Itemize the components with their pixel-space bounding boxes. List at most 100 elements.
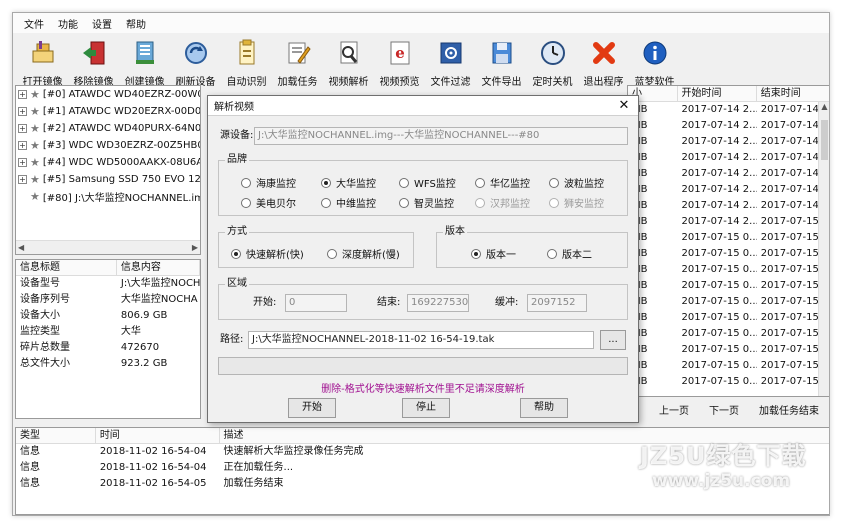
device-tree[interactable]: + ★ [#0] ATAWDC WD40EZRZ-00W0A + ★ [#1] ATAW… bbox=[15, 85, 201, 255]
radio-brand-2[interactable]: WFS监控 bbox=[399, 175, 456, 190]
table-row[interactable]: MB2017-07-15 0...2017-07-15 0... bbox=[628, 294, 829, 310]
stop-button[interactable]: 停止 bbox=[402, 398, 450, 418]
version-group: 版本 版本一 版本二 bbox=[436, 225, 628, 268]
column-header-time[interactable]: 时间 bbox=[96, 428, 220, 443]
column-header-start-time[interactable]: 开始时间 bbox=[678, 86, 757, 101]
region-end-field[interactable]: 1692275300 bbox=[407, 294, 469, 312]
table-row[interactable]: MB2017-07-14 2...2017-07-14 2... bbox=[628, 166, 829, 182]
scroll-thumb[interactable] bbox=[821, 120, 828, 160]
region-buffer-field[interactable]: 2097152 bbox=[527, 294, 587, 312]
table-row[interactable]: MB2017-07-15 0...2017-07-15 0... bbox=[628, 230, 829, 246]
radio-version-2[interactable]: 版本二 bbox=[547, 246, 592, 261]
prev-page-button[interactable]: 上一页 bbox=[651, 403, 697, 421]
radio-brand-3[interactable]: 华亿监控 bbox=[475, 175, 530, 190]
table-row[interactable]: MB2017-07-15 0...2017-07-15 0... bbox=[628, 326, 829, 342]
load-task-button[interactable]: 加载任务 bbox=[272, 35, 323, 93]
expand-icon[interactable]: + bbox=[18, 107, 27, 116]
radio-icon bbox=[399, 197, 409, 208]
radio-brand-0[interactable]: 海康监控 bbox=[241, 175, 296, 190]
table-row[interactable]: MB2017-07-14 2...2017-07-14 2... bbox=[628, 198, 829, 214]
column-header-type[interactable]: 类型 bbox=[16, 428, 96, 443]
radio-icon bbox=[549, 197, 559, 208]
expand-icon[interactable]: + bbox=[18, 158, 27, 167]
expand-icon[interactable]: + bbox=[18, 90, 27, 99]
radio-version-1[interactable]: 版本一 bbox=[471, 246, 516, 261]
close-icon[interactable]: ✕ bbox=[616, 98, 632, 113]
tree-hscrollbar[interactable]: ◀ ▶ bbox=[16, 240, 200, 254]
tree-item-5[interactable]: + ★ [#5] Samsung SSD 750 EVO 120G bbox=[16, 171, 200, 188]
table-row[interactable]: MB2017-07-15 0...2017-07-15 0... bbox=[628, 278, 829, 294]
dialog-titlebar[interactable]: 解析视频 ✕ bbox=[208, 96, 638, 116]
column-header[interactable]: 信息内容 bbox=[117, 260, 200, 275]
refresh-device-icon bbox=[184, 42, 207, 64]
file-filter-button[interactable]: 文件过滤 bbox=[425, 35, 476, 93]
tree-item-0[interactable]: + ★ [#0] ATAWDC WD40EZRZ-00W0A bbox=[16, 86, 200, 103]
table-row[interactable]: MB2017-07-14 2...2017-07-14 2... bbox=[628, 118, 829, 134]
region-start-field[interactable]: 0 bbox=[285, 294, 347, 312]
table-row[interactable]: MB2017-07-14 2...2017-07-15 0... bbox=[628, 214, 829, 230]
dialog-title: 解析视频 bbox=[214, 102, 254, 113]
table-row[interactable]: 监控类型 大华 bbox=[16, 324, 200, 340]
tree-item-2[interactable]: + ★ [#2] ATAWDC WD40PURX-64N0A bbox=[16, 120, 200, 137]
table-row[interactable]: 设备型号 J:\大华监控NOCH bbox=[16, 276, 200, 292]
region-start-label: 开始: bbox=[253, 297, 277, 308]
radio-brand-5[interactable]: 美电贝尔 bbox=[241, 195, 296, 210]
radio-brand-4[interactable]: 波粒监控 bbox=[549, 175, 604, 190]
path-field[interactable]: J:\大华监控NOCHANNEL-2018-11-02 16-54-19.tak bbox=[248, 331, 594, 349]
star-icon: ★ bbox=[30, 105, 40, 118]
table-row[interactable]: MB2017-07-15 0...2017-07-15 0... bbox=[628, 374, 829, 390]
column-header[interactable]: 信息标题 bbox=[16, 260, 117, 275]
region-buffer-label: 缓冲: bbox=[495, 297, 519, 308]
table-row[interactable]: MB2017-07-14 2...2017-07-14 2... bbox=[628, 182, 829, 198]
scroll-right-icon[interactable]: ▶ bbox=[192, 243, 198, 252]
expand-icon[interactable]: + bbox=[18, 175, 27, 184]
tree-item-6[interactable]: ★ [#80] J:\大华监控NOCHANNEL.img bbox=[16, 188, 200, 205]
table-row[interactable]: MB2017-07-15 0...2017-07-15 0... bbox=[628, 246, 829, 262]
file-list-vscrollbar[interactable]: ▲ bbox=[818, 102, 829, 396]
auto-detect-button[interactable]: 自动识别 bbox=[221, 35, 272, 93]
tree-item-1[interactable]: + ★ [#1] ATAWDC WD20EZRX-00D0A bbox=[16, 103, 200, 120]
expand-icon[interactable]: + bbox=[18, 141, 27, 150]
exit-button[interactable]: 退出程序 bbox=[578, 35, 629, 93]
table-row[interactable]: MB2017-07-15 0...2017-07-15 0... bbox=[628, 310, 829, 326]
radio-brand-1[interactable]: 大华监控 bbox=[321, 175, 376, 190]
next-page-button[interactable]: 下一页 bbox=[701, 403, 747, 421]
radio-mode-deep[interactable]: 深度解析(慢) bbox=[327, 246, 400, 261]
table-row[interactable]: MB2017-07-14 2...2017-07-14 2... bbox=[628, 150, 829, 166]
load-task-icon bbox=[288, 42, 311, 64]
timer-shutdown-button[interactable]: 定时关机 bbox=[527, 35, 578, 93]
browse-button[interactable]: ... bbox=[600, 330, 626, 350]
menu-function[interactable]: 功能 bbox=[51, 16, 85, 31]
menu-settings[interactable]: 设置 bbox=[85, 16, 119, 31]
file-export-button[interactable]: 文件导出 bbox=[476, 35, 527, 93]
help-button[interactable]: 帮助 bbox=[520, 398, 568, 418]
radio-mode-fast[interactable]: 快速解析(快) bbox=[231, 246, 304, 261]
table-row[interactable]: 设备大小 806.9 GB bbox=[16, 308, 200, 324]
expand-icon[interactable]: + bbox=[18, 124, 27, 133]
radio-brand-7[interactable]: 智灵监控 bbox=[399, 195, 454, 210]
start-button[interactable]: 开始 bbox=[288, 398, 336, 418]
radio-icon bbox=[241, 177, 251, 188]
scroll-left-icon[interactable]: ◀ bbox=[18, 243, 24, 252]
table-row[interactable]: MB2017-07-14 2...2017-07-14 2... bbox=[628, 102, 829, 118]
source-device-field[interactable]: J:\大华监控NOCHANNEL.img---大华监控NOCHANNEL---#… bbox=[254, 127, 628, 145]
table-row[interactable]: 总文件大小 923.2 GB bbox=[16, 356, 200, 372]
column-header-end-time[interactable]: 结束时间 bbox=[757, 86, 829, 101]
timer-shutdown-icon bbox=[540, 41, 565, 65]
video-preview-button[interactable]: e 视频预览 bbox=[374, 35, 425, 93]
table-row[interactable]: MB2017-07-15 0...2017-07-15 0... bbox=[628, 262, 829, 278]
tree-item-3[interactable]: + ★ [#3] WDC WD30EZRZ-00Z5HB0 bbox=[16, 137, 200, 154]
radio-icon bbox=[241, 197, 251, 208]
menu-file[interactable]: 文件 bbox=[17, 16, 51, 31]
scroll-up-icon[interactable]: ▲ bbox=[821, 102, 827, 111]
radio-icon bbox=[231, 248, 241, 259]
table-row[interactable]: 设备序列号 大华监控NOCHA bbox=[16, 292, 200, 308]
table-row[interactable]: MB2017-07-14 2...2017-07-14 2... bbox=[628, 134, 829, 150]
menu-help[interactable]: 帮助 bbox=[119, 16, 153, 31]
table-row[interactable]: MB2017-07-15 0...2017-07-15 0... bbox=[628, 342, 829, 358]
radio-brand-6[interactable]: 中维监控 bbox=[321, 195, 376, 210]
tree-item-4[interactable]: + ★ [#4] WDC WD5000AAKX-08U6AA bbox=[16, 154, 200, 171]
table-row[interactable]: 碎片总数量 472670 bbox=[16, 340, 200, 356]
table-row[interactable]: MB2017-07-15 0...2017-07-15 0... bbox=[628, 358, 829, 374]
video-parse-button[interactable]: 视频解析 bbox=[323, 35, 374, 93]
